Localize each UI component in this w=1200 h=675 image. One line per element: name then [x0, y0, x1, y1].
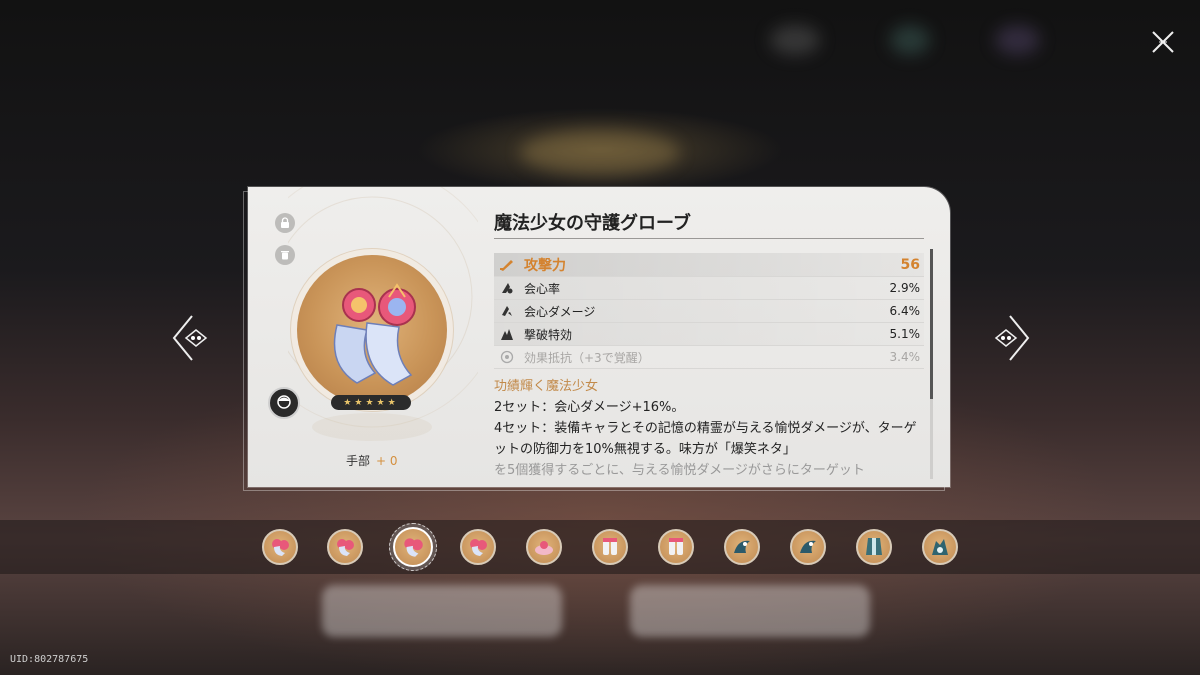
effect-res-icon [498, 350, 516, 364]
break-effect-icon [498, 327, 516, 341]
sub-stat-label: 会心率 [524, 281, 561, 296]
set-bonus-4: 4セット：装備キャラとその記憶の精霊が与える愉悦ダメージが、ターゲットの防御力を… [494, 421, 917, 457]
lock-icon [281, 217, 289, 228]
relic-thumb[interactable] [460, 529, 496, 565]
sub-stat-value: 6.4% [889, 304, 921, 318]
boots-icon [603, 538, 617, 555]
relic-thumb[interactable] [327, 529, 363, 565]
dragon-icon [734, 540, 750, 553]
relic-thumb[interactable] [724, 529, 760, 565]
relic-thumb[interactable] [790, 529, 826, 565]
slot-label: 手部 [346, 454, 371, 468]
stats-list: 攻撃力 56 会心率 2.9% 会心ダメージ 6.4% 撃破特効 5.1% 効果… [494, 253, 924, 369]
sub-stat-label: 効果抵抗（+3で覚醒） [524, 350, 650, 365]
boots-icon [669, 538, 683, 555]
relic-thumb[interactable] [526, 529, 562, 565]
relic-thumb[interactable] [262, 529, 298, 565]
trash-icon [281, 251, 289, 260]
sub-stat-row: 会心ダメージ 6.4% [494, 300, 924, 323]
sub-stat-label: 撃破特効 [524, 327, 573, 342]
relic-thumb[interactable] [658, 529, 694, 565]
close-icon [1152, 31, 1174, 53]
slot-level: 手部 + 0 [346, 452, 398, 469]
next-relic-button[interactable] [988, 314, 1032, 362]
set-bonus-4-overflow: を5個獲得するごとに、与える愉悦ダメージがさらにターゲット [494, 463, 865, 478]
close-button[interactable] [1146, 25, 1180, 59]
sub-stat-row: 会心率 2.9% [494, 277, 924, 300]
relic-image [297, 255, 447, 405]
crit-rate-icon [498, 281, 516, 295]
level-label: + 0 [376, 454, 398, 468]
glove-icon [333, 283, 416, 386]
discard-button[interactable] [275, 245, 295, 265]
character-icon [277, 395, 291, 409]
relic-thumb[interactable] [856, 529, 892, 565]
set-bonus-2: 2セット：会心ダメージ+16%。 [494, 400, 685, 415]
main-stat-value: 56 [900, 256, 920, 273]
glove-icon [337, 539, 354, 556]
chevron-right-icon [994, 315, 1030, 361]
chevron-left-icon [172, 315, 208, 361]
relic-thumb-selected[interactable] [393, 527, 433, 567]
equipped-character-avatar[interactable] [268, 387, 300, 419]
sub-stat-value: 3.4% [889, 350, 921, 364]
uid-label: UID:802787675 [10, 654, 89, 665]
relic-detail-card: ★★★★★ 手部 + 0 魔法少女の守護グローブ 攻撃力 56 会心率 2.9% [248, 187, 950, 487]
armor-icon [932, 539, 948, 555]
armor-icon [866, 538, 882, 555]
blurred-action-button-left[interactable] [322, 585, 562, 637]
lock-button[interactable] [275, 213, 295, 233]
sword-icon [498, 258, 516, 272]
relic-thumb[interactable] [592, 529, 628, 565]
set-name: 功績輝く魔法少女 [494, 379, 599, 394]
sub-stat-value: 5.1% [889, 327, 921, 341]
blurred-action-button-right[interactable] [630, 585, 870, 637]
sub-stat-value: 2.9% [889, 281, 921, 295]
title-divider [494, 238, 924, 239]
set-description: 2セット：会心ダメージ+16%。 4セット：装備キャラとその記憶の精霊が与える愉… [494, 397, 926, 481]
shoes-icon [535, 541, 553, 555]
scrollbar-thumb[interactable] [930, 249, 933, 399]
sub-stat-label: 会心ダメージ [524, 304, 596, 319]
relic-name: 魔法少女の守護グローブ [494, 213, 691, 234]
glove-icon [404, 538, 423, 557]
relic-thumb[interactable] [922, 529, 958, 565]
sub-stat-row: 撃破特効 5.1% [494, 323, 924, 346]
crit-dmg-icon [498, 304, 516, 318]
dragon-icon [800, 540, 816, 553]
main-stat-label: 攻撃力 [524, 257, 566, 274]
sub-stat-row-locked: 効果抵抗（+3で覚醒） 3.4% [494, 346, 924, 369]
glove-icon [470, 539, 487, 556]
prev-relic-button[interactable] [170, 314, 214, 362]
rarity-stars: ★★★★★ [331, 395, 411, 410]
glove-icon [272, 539, 289, 556]
main-stat-row: 攻撃力 56 [494, 253, 924, 277]
